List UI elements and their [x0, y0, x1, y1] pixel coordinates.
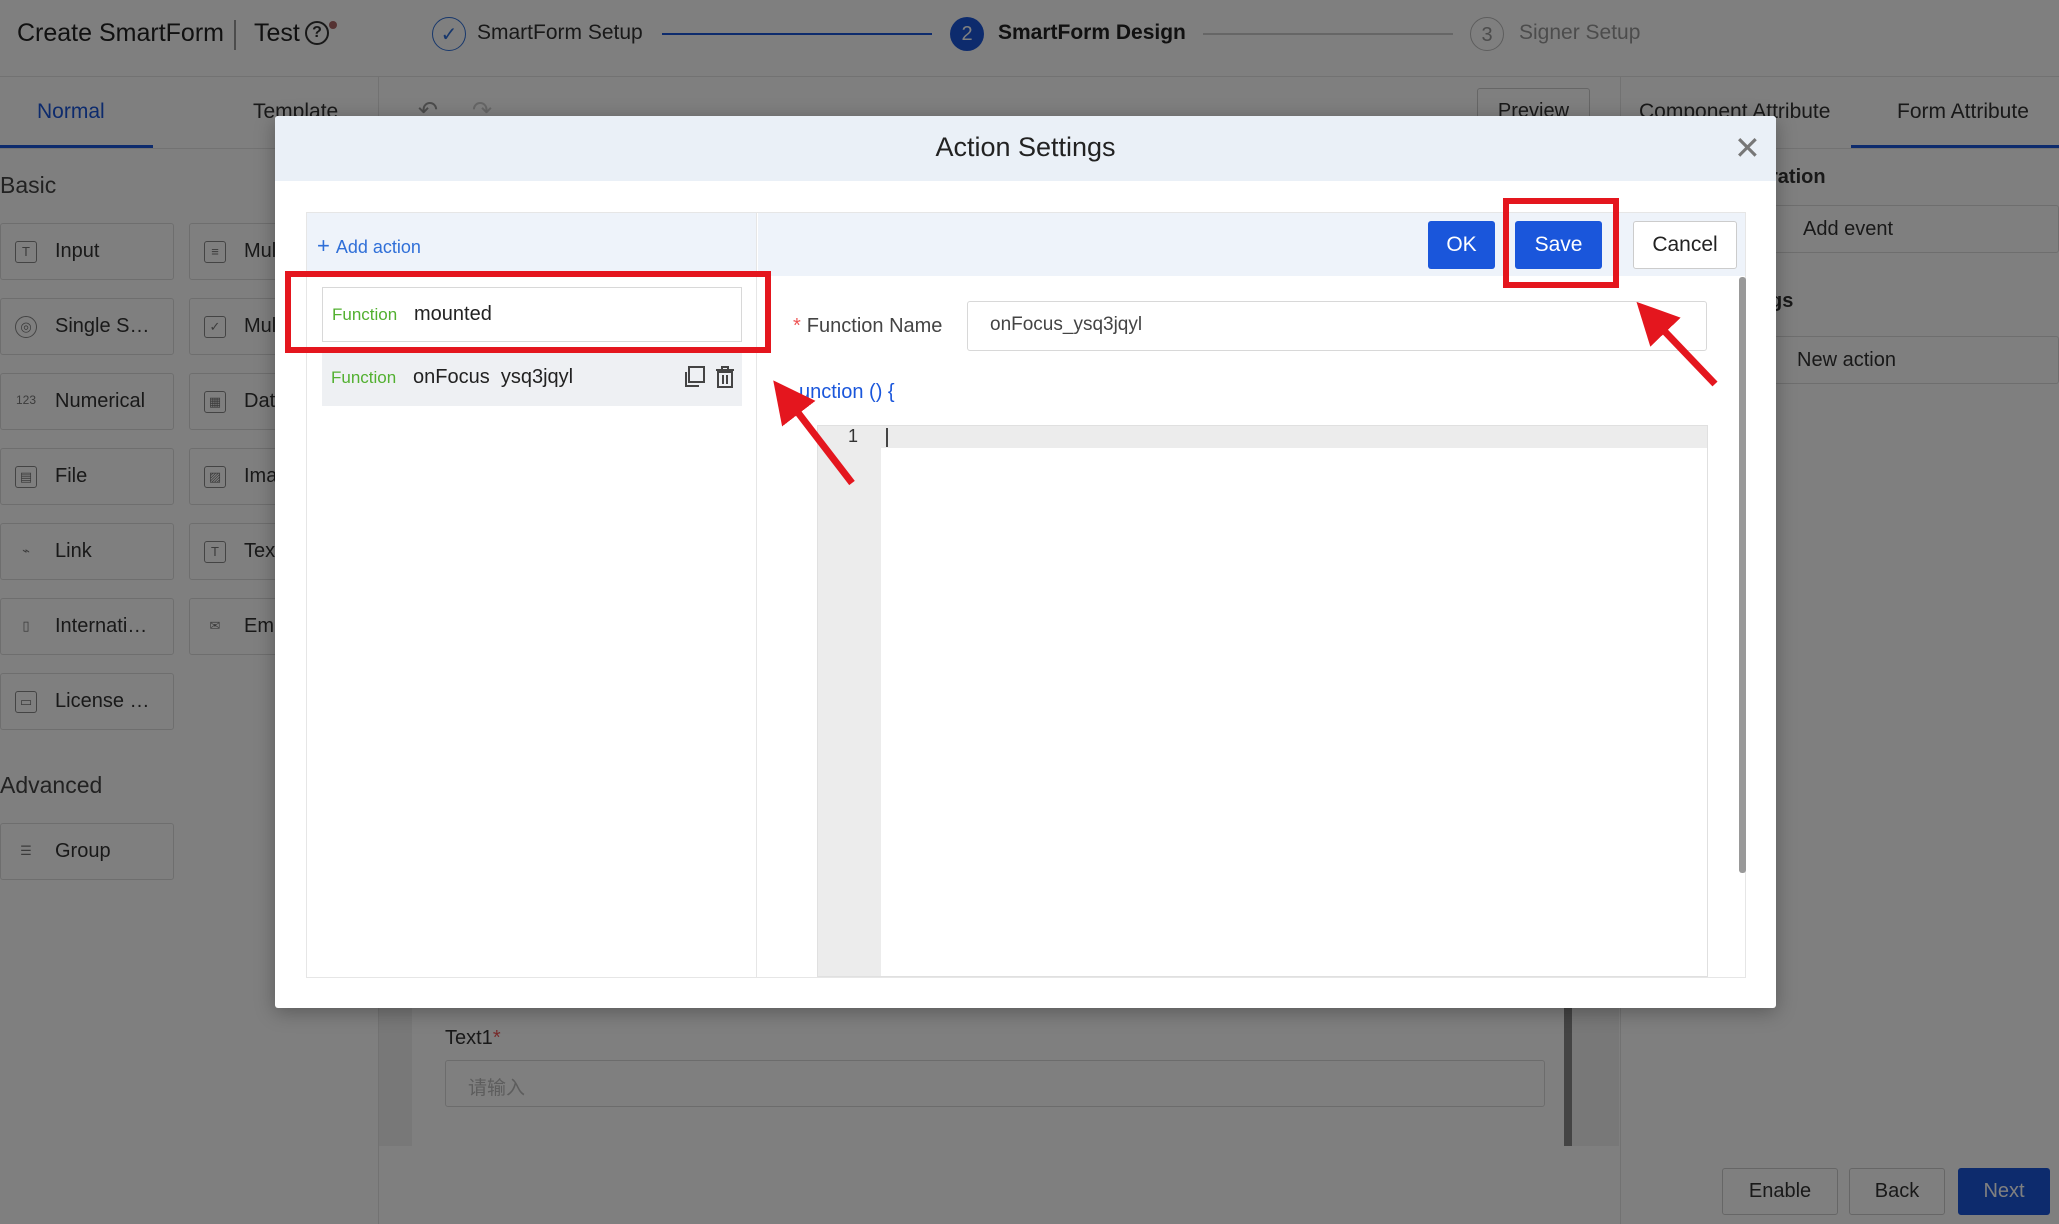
dialog-scrollbar[interactable]: [1739, 277, 1746, 873]
required-marker: *: [793, 315, 801, 337]
highlight-box-mounted: [285, 271, 771, 353]
highlight-box-save: [1503, 198, 1619, 288]
function-item-onfocus[interactable]: Function onFocus ysq3jqyl: [322, 351, 742, 406]
ok-button[interactable]: OK: [1428, 221, 1495, 269]
line-number-gutter: [818, 426, 881, 976]
plus-icon: +: [317, 233, 330, 258]
code-signature: unction () {: [799, 381, 895, 403]
copy-icon[interactable]: [683, 366, 705, 388]
code-editor[interactable]: 1: [817, 425, 1708, 977]
function-name-input[interactable]: onFocus_ysq3jqyl: [967, 301, 1707, 351]
text-cursor: [886, 428, 888, 447]
function-name-label: * Function Name: [793, 315, 943, 337]
cancel-button[interactable]: Cancel: [1633, 221, 1737, 269]
close-icon[interactable]: ✕: [1734, 129, 1761, 167]
trash-icon[interactable]: [714, 365, 736, 389]
function-tag: Function: [331, 368, 397, 387]
line-number: 1: [848, 426, 859, 446]
function-name: onFocus ysq3jqyl: [413, 366, 574, 388]
add-action-button[interactable]: + Add action: [317, 233, 421, 259]
active-line: [881, 426, 1707, 448]
dialog-title: Action Settings: [935, 132, 1116, 162]
